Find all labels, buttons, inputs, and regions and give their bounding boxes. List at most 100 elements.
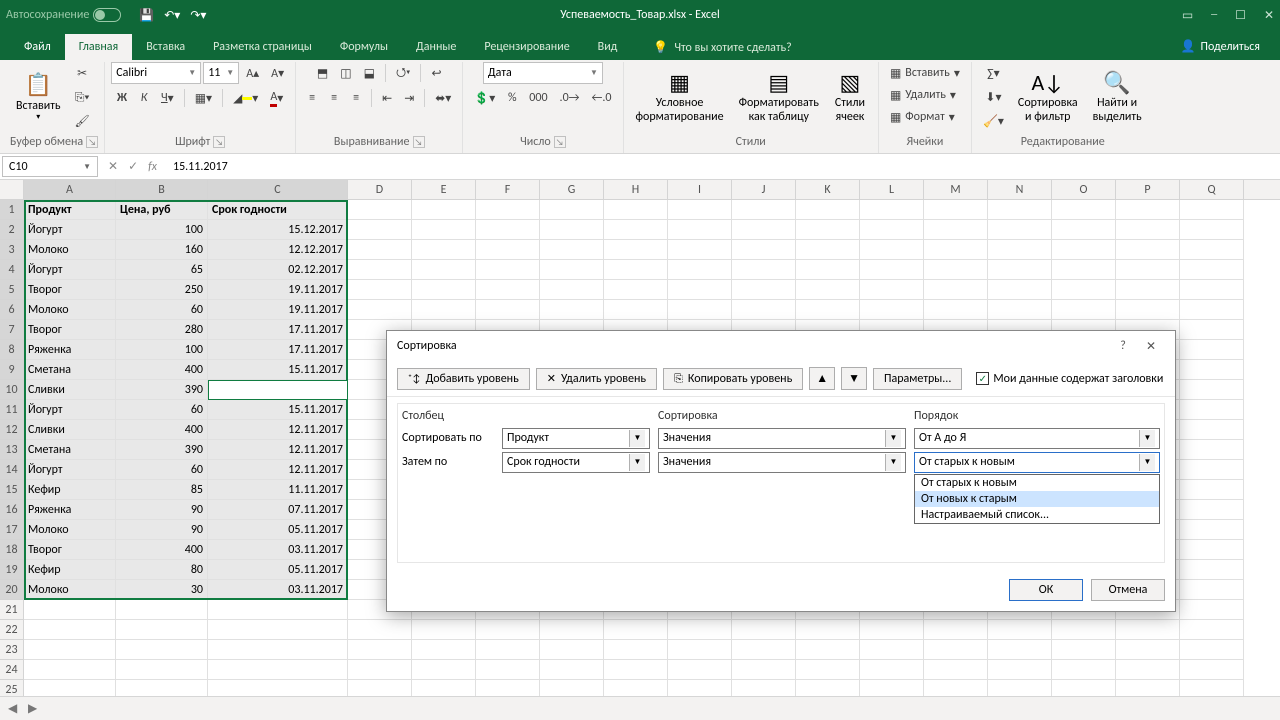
row-header-23[interactable]: 23 xyxy=(0,640,24,660)
cell-I1[interactable] xyxy=(668,200,732,220)
parameters-button[interactable]: Параметры... xyxy=(873,368,962,390)
cell-H22[interactable] xyxy=(604,620,668,640)
italic-button[interactable]: К xyxy=(134,87,154,109)
row-header-1[interactable]: 1 xyxy=(0,200,24,220)
cell-D3[interactable] xyxy=(348,240,412,260)
cell-C16[interactable]: 07.11.2017 xyxy=(208,500,348,520)
cell-N4[interactable] xyxy=(988,260,1052,280)
cell-E23[interactable] xyxy=(412,640,476,660)
format-painter-button[interactable]: 🖌 xyxy=(70,111,95,133)
cell-K22[interactable] xyxy=(796,620,860,640)
sheet-nav[interactable]: ◀ ▶ xyxy=(8,701,41,716)
share-button[interactable]: 👤 Поделиться xyxy=(1171,33,1270,60)
percent-button[interactable]: % xyxy=(502,87,522,109)
cell-D2[interactable] xyxy=(348,220,412,240)
cell-D6[interactable] xyxy=(348,300,412,320)
cell-I23[interactable] xyxy=(668,640,732,660)
cell-C5[interactable]: 19.11.2017 xyxy=(208,280,348,300)
cell-C3[interactable]: 12.12.2017 xyxy=(208,240,348,260)
cell-C15[interactable]: 11.11.2017 xyxy=(208,480,348,500)
row-header-2[interactable]: 2 xyxy=(0,220,24,240)
cell-M22[interactable] xyxy=(924,620,988,640)
column-header-P[interactable]: P xyxy=(1116,180,1180,199)
cell-Q21[interactable] xyxy=(1180,600,1244,620)
cell-K23[interactable] xyxy=(796,640,860,660)
delete-cells-button[interactable]: ▦ Удалить ▾ xyxy=(885,84,965,106)
cell-L6[interactable] xyxy=(860,300,924,320)
cell-N5[interactable] xyxy=(988,280,1052,300)
cell-H5[interactable] xyxy=(604,280,668,300)
cell-J5[interactable] xyxy=(732,280,796,300)
cell-F22[interactable] xyxy=(476,620,540,640)
cell-Q13[interactable] xyxy=(1180,440,1244,460)
cell-L24[interactable] xyxy=(860,660,924,680)
cell-A1[interactable]: Продукт xyxy=(24,200,116,220)
cell-Q3[interactable] xyxy=(1180,240,1244,260)
cell-N22[interactable] xyxy=(988,620,1052,640)
cell-L2[interactable] xyxy=(860,220,924,240)
column-header-N[interactable]: N xyxy=(988,180,1052,199)
row-header-8[interactable]: 8 xyxy=(0,340,24,360)
cell-N1[interactable] xyxy=(988,200,1052,220)
tab-page-layout[interactable]: Разметка страницы xyxy=(199,34,326,60)
close-icon[interactable]: ✕ xyxy=(1264,8,1274,23)
cell-B12[interactable]: 400 xyxy=(116,420,208,440)
fx-icon[interactable]: fx xyxy=(148,160,157,174)
cell-Q17[interactable] xyxy=(1180,520,1244,540)
cell-N3[interactable] xyxy=(988,240,1052,260)
cell-F3[interactable] xyxy=(476,240,540,260)
row-header-4[interactable]: 4 xyxy=(0,260,24,280)
cell-A23[interactable] xyxy=(24,640,116,660)
cell-O23[interactable] xyxy=(1052,640,1116,660)
thenby-column-combo[interactable]: Срок годности▼ xyxy=(502,452,650,473)
find-select-button[interactable]: 🔍Найти и выделить xyxy=(1087,68,1148,127)
cell-C2[interactable]: 15.12.2017 xyxy=(208,220,348,240)
undo-icon[interactable]: ↶▾ xyxy=(164,8,180,23)
cell-A17[interactable]: Молоко xyxy=(24,520,116,540)
cell-G24[interactable] xyxy=(540,660,604,680)
cell-F5[interactable] xyxy=(476,280,540,300)
cell-E4[interactable] xyxy=(412,260,476,280)
cell-O24[interactable] xyxy=(1052,660,1116,680)
cell-I24[interactable] xyxy=(668,660,732,680)
cell-B3[interactable]: 160 xyxy=(116,240,208,260)
format-as-table-button[interactable]: ▤Форматировать как таблицу xyxy=(733,68,825,127)
maximize-icon[interactable]: ☐ xyxy=(1235,8,1246,23)
tab-data[interactable]: Данные xyxy=(402,34,470,60)
increase-decimal-button[interactable]: .0→ xyxy=(555,87,585,109)
cell-E3[interactable] xyxy=(412,240,476,260)
cell-G3[interactable] xyxy=(540,240,604,260)
cell-H4[interactable] xyxy=(604,260,668,280)
sortby-sorton-combo[interactable]: Значения▼ xyxy=(658,428,906,449)
underline-button[interactable]: Ч▾ xyxy=(156,87,179,109)
cell-B20[interactable]: 30 xyxy=(116,580,208,600)
cell-L22[interactable] xyxy=(860,620,924,640)
cell-C20[interactable]: 03.11.2017 xyxy=(208,580,348,600)
cell-P4[interactable] xyxy=(1116,260,1180,280)
tab-home[interactable]: Главная xyxy=(65,34,132,60)
cell-O1[interactable] xyxy=(1052,200,1116,220)
cell-Q20[interactable] xyxy=(1180,580,1244,600)
cell-C12[interactable]: 12.11.2017 xyxy=(208,420,348,440)
cell-Q12[interactable] xyxy=(1180,420,1244,440)
cell-A15[interactable]: Кефир xyxy=(24,480,116,500)
cell-N23[interactable] xyxy=(988,640,1052,660)
cell-Q11[interactable] xyxy=(1180,400,1244,420)
cell-D23[interactable] xyxy=(348,640,412,660)
conditional-formatting-button[interactable]: ▦Условное форматирование xyxy=(630,68,730,127)
cell-M24[interactable] xyxy=(924,660,988,680)
cell-Q9[interactable] xyxy=(1180,360,1244,380)
column-header-M[interactable]: M xyxy=(924,180,988,199)
fill-color-button[interactable]: ◢▾ xyxy=(228,87,263,109)
sortby-column-combo[interactable]: Продукт▼ xyxy=(502,428,650,449)
autosum-button[interactable]: ∑▾ xyxy=(978,63,1009,85)
cell-A10[interactable]: Сливки xyxy=(24,380,116,400)
column-header-L[interactable]: L xyxy=(860,180,924,199)
cell-A18[interactable]: Творог xyxy=(24,540,116,560)
cell-B23[interactable] xyxy=(116,640,208,660)
cell-A12[interactable]: Сливки xyxy=(24,420,116,440)
column-header-I[interactable]: I xyxy=(668,180,732,199)
thenby-sorton-combo[interactable]: Значения▼ xyxy=(658,452,906,473)
cell-E5[interactable] xyxy=(412,280,476,300)
tab-review[interactable]: Рецензирование xyxy=(470,34,583,60)
